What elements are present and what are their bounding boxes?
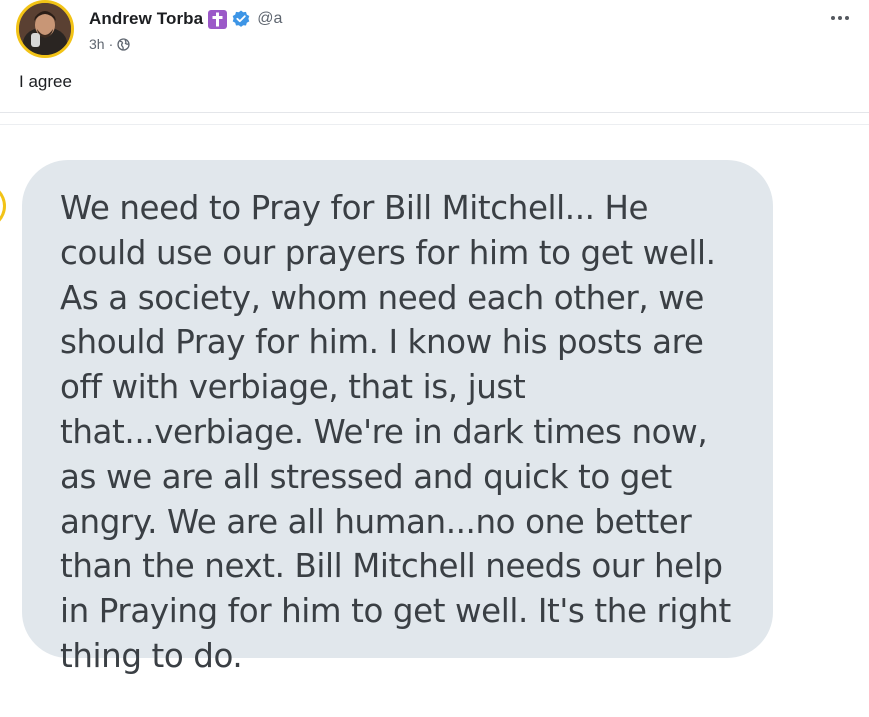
post-body-text: I agree — [19, 72, 72, 91]
more-dots-icon — [831, 16, 835, 20]
author-avatar[interactable] — [16, 0, 74, 58]
meta-separator: · — [108, 36, 114, 52]
post-timestamp[interactable]: 3h — [89, 36, 105, 52]
more-options-button[interactable] — [825, 6, 855, 30]
author-name-row: Andrew Torba @a — [89, 8, 282, 30]
author-name[interactable]: Andrew Torba — [89, 9, 203, 29]
message-text: We need to Pray for Bill Mitchell... He … — [60, 189, 731, 675]
avatar-photo — [19, 3, 71, 55]
post-divider — [0, 112, 869, 113]
message-bubble: We need to Pray for Bill Mitchell... He … — [22, 160, 773, 675]
author-handle[interactable]: @a — [257, 10, 282, 28]
post-meta: 3h · — [89, 36, 130, 52]
post-header: Andrew Torba @a 3h · I agree — [0, 0, 869, 112]
latin-cross-icon — [208, 9, 228, 29]
globe-icon — [117, 37, 130, 51]
verified-check-icon — [232, 10, 250, 28]
